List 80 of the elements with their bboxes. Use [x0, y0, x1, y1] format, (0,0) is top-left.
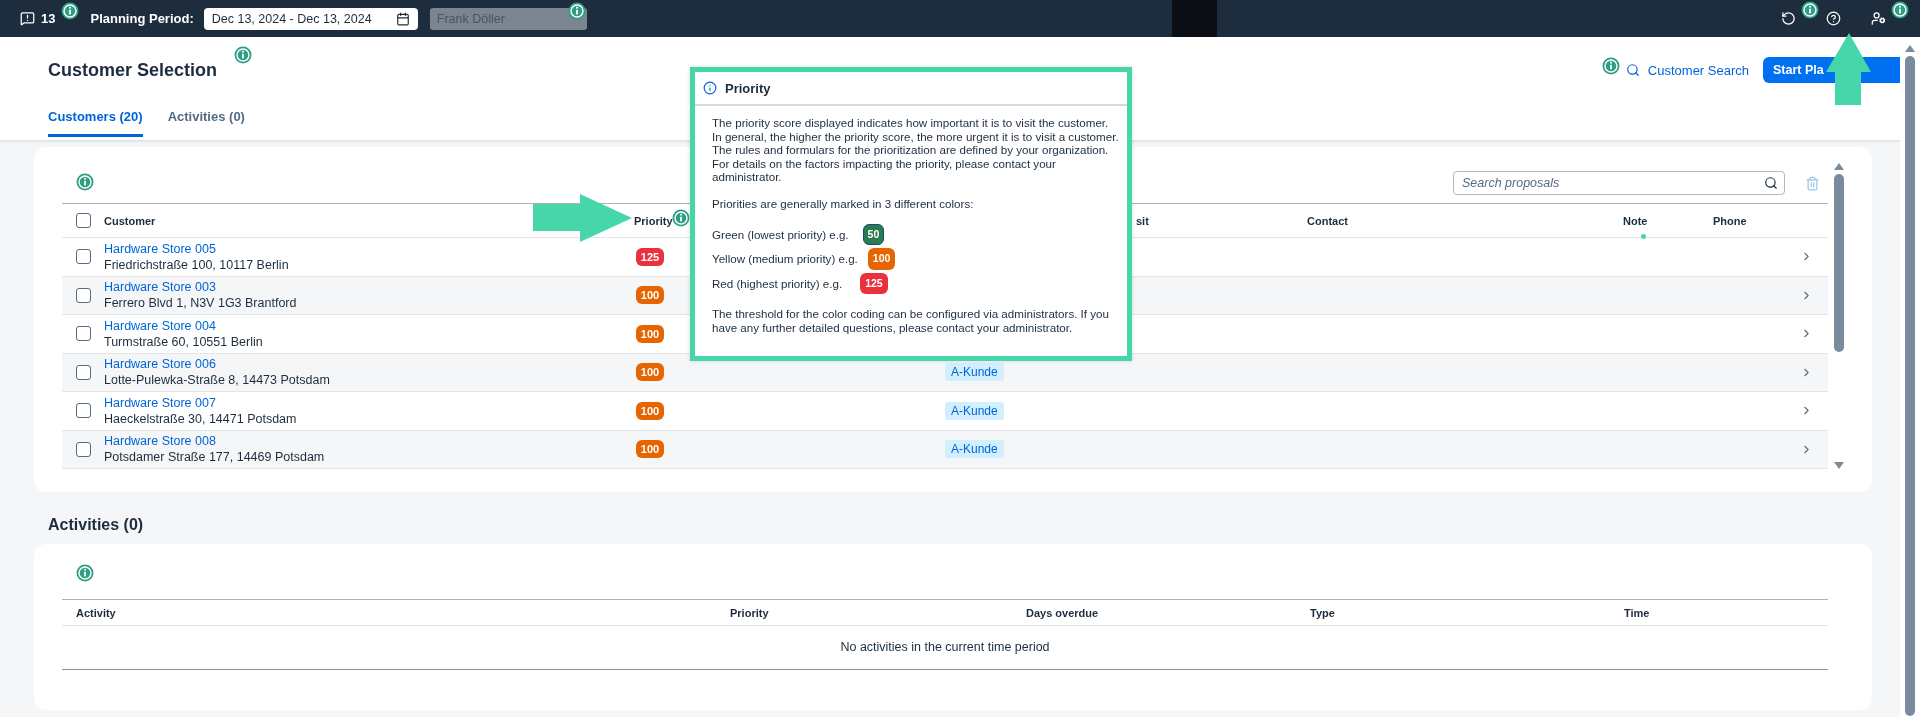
- customer-search-link[interactable]: Customer Search: [1625, 62, 1749, 78]
- priority-badge: 100: [635, 401, 665, 420]
- customer-address: Friedrichstraße 100, 10117 Berlin: [104, 256, 290, 273]
- column-header: Time: [1623, 606, 1650, 619]
- info-badge-icon: [1891, 1, 1909, 19]
- dark-panel: [1171, 0, 1217, 37]
- popover-title: Priority: [725, 80, 771, 96]
- column-header: Phone: [1712, 214, 1747, 227]
- search-icon: [1625, 63, 1640, 77]
- customer-name-link[interactable]: Hardware Store 006: [104, 356, 600, 373]
- tab[interactable]: Activities (0): [167, 109, 245, 137]
- info-badge-icon: [1801, 1, 1819, 19]
- customer-name-link[interactable]: Hardware Store 004: [104, 317, 600, 334]
- customer-address: Lotte-Pulewka-Straße 8, 14473 Potsdam: [104, 372, 331, 389]
- search-icon[interactable]: [1764, 176, 1778, 190]
- info-badge-icon: [61, 2, 79, 20]
- info-badge-icon: [76, 564, 94, 582]
- customer-class-tag: A-Kunde: [945, 401, 1004, 420]
- planning-period-label: Planning Period:: [90, 11, 194, 26]
- priority-badge: 100: [635, 286, 665, 305]
- up-arrow-icon: [1826, 33, 1872, 106]
- row-checkbox[interactable]: [75, 326, 91, 342]
- priority-badge: 125: [860, 272, 888, 295]
- priority-badge: 100: [635, 440, 665, 459]
- row-checkbox[interactable]: [75, 249, 91, 265]
- row-checkbox[interactable]: [75, 403, 91, 419]
- customer-name-link[interactable]: Hardware Store 008: [104, 433, 600, 450]
- user-settings-icon[interactable]: [1871, 11, 1886, 26]
- dot-marker: [1641, 234, 1646, 239]
- customer-class-tag: A-Kunde: [945, 363, 1004, 382]
- empty-message: No activities in the current time period: [62, 626, 1828, 670]
- tab[interactable]: Customers (20): [48, 109, 143, 137]
- date-range-field[interactable]: Dec 13, 2024 - Dec 13, 2024: [203, 7, 418, 30]
- customer-address: Ferrero Blvd 1, N3V 1G3 Brantford: [104, 295, 298, 312]
- right-arrow-icon: [533, 194, 633, 242]
- priority-badge: 125: [635, 247, 665, 266]
- page-scrollbar[interactable]: [1900, 37, 1920, 717]
- priority-badge: 100: [635, 324, 665, 343]
- column-header: Days overdue: [1025, 606, 1099, 619]
- column-header: Customer: [104, 214, 156, 227]
- column-header: Priority: [729, 606, 769, 619]
- info-badge-icon: [568, 2, 586, 20]
- select-all-checkbox[interactable]: [75, 213, 91, 228]
- column-header: Type: [1309, 606, 1335, 619]
- message-alert-icon[interactable]: [20, 11, 35, 26]
- calendar-icon[interactable]: [395, 11, 410, 26]
- section-title: Activities (0): [47, 515, 145, 535]
- column-header: sit: [1135, 214, 1149, 227]
- customer-address: Haeckelstraße 30, 14471 Potsdam: [104, 410, 298, 427]
- row-checkbox[interactable]: [75, 364, 91, 380]
- column-header: Priority: [633, 214, 673, 227]
- reset-icon[interactable]: [1781, 11, 1796, 26]
- legend-label: Red (highest priority) e.g.: [712, 276, 843, 291]
- page-title: Customer Selection: [48, 59, 218, 81]
- legend-label: Yellow (medium priority) e.g.: [712, 252, 858, 266]
- row-checkbox[interactable]: [75, 287, 91, 303]
- popover-paragraph: The priority score displayed indicates how important it is to visit the customer. In general, the higher the priority score, the more urgent it is to visit a customer. The rules and formulars for the prioritization are defined by your organization. For details on the factors impacting the priority, please contact your administrator.: [712, 116, 1119, 184]
- popover-paragraph: Priorities are generally marked in 3 different colors:: [712, 196, 975, 211]
- info-badge-icon: [234, 46, 252, 64]
- row-checkbox[interactable]: [75, 441, 91, 457]
- customer-name-link[interactable]: Hardware Store 003: [104, 279, 600, 296]
- info-badge-icon: [76, 173, 94, 191]
- customer-class-tag: A-Kunde: [945, 440, 1004, 459]
- customer-address: Potsdamer Straße 177, 14469 Potsdam: [104, 449, 326, 466]
- customer-name-link[interactable]: Hardware Store 007: [104, 394, 600, 411]
- popover-paragraph: The threshold for the color coding can be configured via administrators. If you have any further detailed questions, please contact your administrator.: [712, 307, 1110, 335]
- notification-count: 13: [41, 11, 56, 26]
- priority-badge: 100: [867, 248, 896, 270]
- search-field[interactable]: Search proposals: [1453, 171, 1785, 195]
- info-icon: [703, 81, 717, 95]
- customer-name-link[interactable]: Hardware Store 005: [104, 240, 600, 257]
- column-header: Activity: [75, 606, 116, 619]
- legend-label: Green (lowest priority) e.g.: [712, 227, 849, 242]
- priority-badge: 50: [862, 223, 885, 246]
- help-icon[interactable]: [1826, 11, 1841, 26]
- customer-address: Turmstraße 60, 10551 Berlin: [104, 333, 264, 350]
- info-badge-icon: [1602, 57, 1620, 75]
- column-header: Contact: [1306, 214, 1348, 227]
- column-header: Note: [1622, 214, 1648, 227]
- priority-badge: 100: [635, 363, 665, 382]
